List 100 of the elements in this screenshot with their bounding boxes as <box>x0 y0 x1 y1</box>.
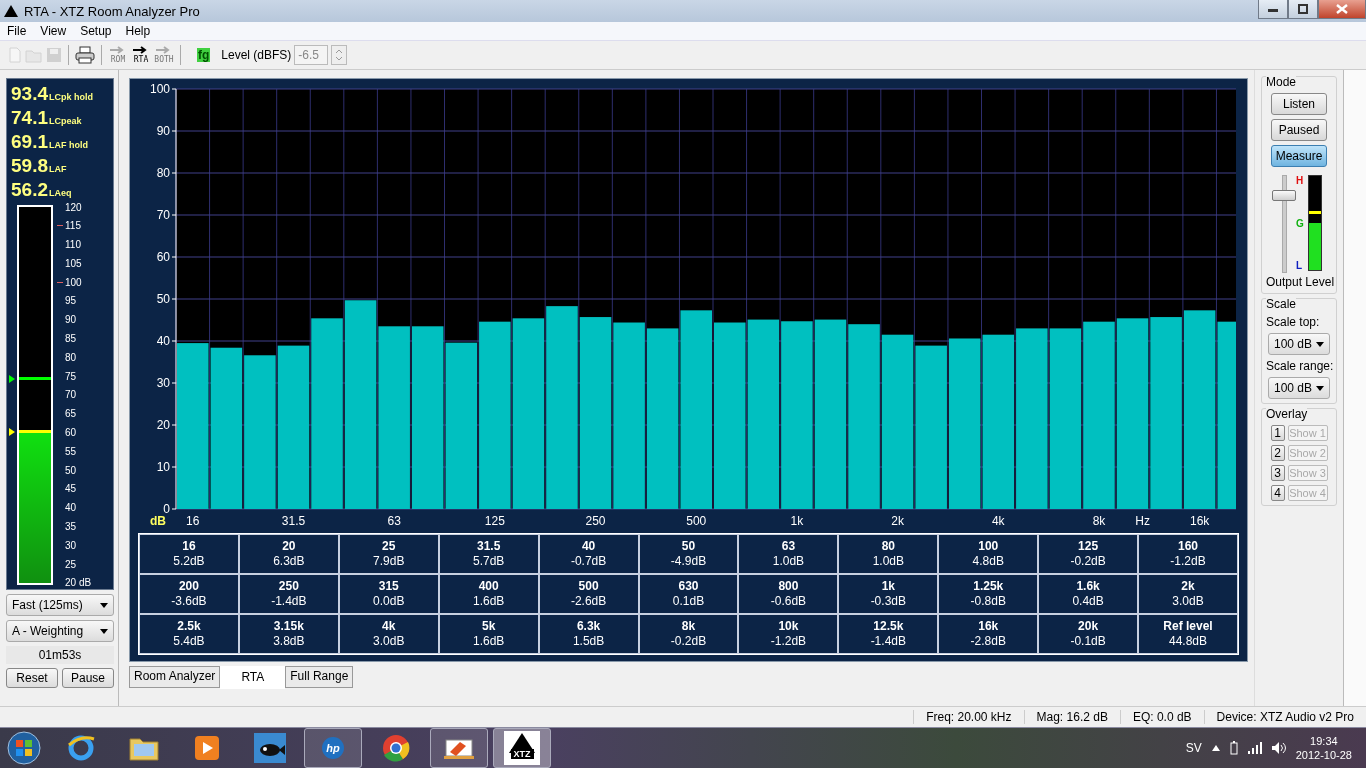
group-title: Mode <box>1266 75 1297 89</box>
slider-thumb[interactable] <box>1272 190 1297 202</box>
dropdown[interactable]: A - Weighting <box>6 620 114 642</box>
band-cell: 8k -0.2dB <box>638 614 739 654</box>
band-cell: 16k -2.8dB <box>938 614 1039 654</box>
toolbar-button[interactable]: RTA <box>131 44 151 66</box>
meter-scale-label: 20 dB <box>65 577 92 589</box>
marker-arrow-icon <box>9 428 15 437</box>
meter-scale-label: 65 <box>65 408 77 420</box>
x-tick-label: 125 <box>484 514 505 528</box>
mode-button[interactable]: Measure <box>1271 145 1327 167</box>
tab[interactable]: RTA <box>220 666 286 689</box>
band-cell: 10k -1.2dB <box>738 614 839 654</box>
chrome-icon <box>381 733 411 763</box>
status-field: Freq: 20.00 kHz <box>913 710 1024 724</box>
menu-item[interactable]: Setup <box>73 24 119 38</box>
dropdown-arrow-icon <box>100 602 108 608</box>
x-tick-label: 2k <box>891 514 904 528</box>
band-cell: 20 6.3dB <box>238 534 339 574</box>
reading-label: LAeq <box>49 188 72 198</box>
reading-label: LAF hold <box>49 140 88 150</box>
band-cell: 1.6k 0.4dB <box>1038 574 1139 614</box>
meter-scale-label: 50 <box>65 464 77 476</box>
taskbar-button[interactable] <box>430 728 488 768</box>
y-tick-label: 0 <box>163 502 170 516</box>
meter-scale-label: 115 <box>65 220 81 232</box>
group-title: Scale <box>1266 297 1297 311</box>
menu-item[interactable]: View <box>33 24 74 38</box>
band-cell: 1k -0.3dB <box>838 574 939 614</box>
clock-date[interactable]: 2012-10-28 <box>1295 748 1352 762</box>
tab[interactable]: Room Analyzer <box>129 666 221 688</box>
reading-value: 93.4 <box>11 83 48 105</box>
app-icon <box>4 5 18 17</box>
speaker-icon[interactable] <box>1271 742 1286 754</box>
band-cell: 2.5k 5.4dB <box>139 614 239 654</box>
printer-icon[interactable] <box>75 46 95 64</box>
window-title: RTA - XTZ Room Analyzer Pro <box>24 3 201 19</box>
close-button[interactable] <box>1318 0 1366 19</box>
meter-scale-label: 75 <box>65 370 77 382</box>
clock-time[interactable]: 19:34 <box>1295 734 1352 748</box>
band-cell: 400 1.6dB <box>438 574 539 614</box>
action-button[interactable]: Reset <box>6 668 58 688</box>
menu-item[interactable]: File <box>0 24 34 38</box>
action-button[interactable]: Pause <box>62 668 114 688</box>
band-cell: 12.5k -1.4dB <box>838 614 939 654</box>
band-cell: Ref level 44.8dB <box>1138 614 1238 654</box>
band-cell: 160 -1.2dB <box>1138 534 1238 574</box>
signal-icon[interactable] <box>1247 742 1262 754</box>
meter-scale-label: 120 <box>65 201 82 213</box>
band-cell: 250 -1.4dB <box>238 574 339 614</box>
y-tick-label: 10 <box>156 460 170 474</box>
y-tick-label: 70 <box>156 208 170 222</box>
fg-icon[interactable]: fg <box>197 48 211 62</box>
tray-expand-icon[interactable] <box>1211 745 1220 751</box>
restore-button[interactable] <box>1288 0 1318 19</box>
taskbar-button[interactable]: XTZ <box>493 728 551 768</box>
dropdown[interactable]: 100 dB <box>1268 333 1330 355</box>
hp-logo: hp <box>322 737 344 759</box>
tab[interactable]: Full Range <box>285 666 354 688</box>
menu-item[interactable]: Help <box>118 24 158 38</box>
band-cell: 50 -4.9dB <box>638 534 739 574</box>
reading-value: 69.1 <box>11 131 48 153</box>
band-cell: 6.3k 1.5dB <box>538 614 639 654</box>
status-field: EQ: 0.0 dB <box>1119 710 1204 724</box>
start-button[interactable] <box>4 728 44 768</box>
band-cell: 31.5 5.7dB <box>438 534 539 574</box>
dropdown[interactable]: 100 dB <box>1268 377 1330 399</box>
timer-display: 01m53s <box>6 646 114 664</box>
band-cell: 16 5.2dB <box>139 534 239 574</box>
meter-scale-label: 35 <box>65 521 77 533</box>
x-tick-label: 16k <box>1190 514 1210 528</box>
taskbar-button[interactable]: hp <box>304 728 362 768</box>
meter-scale-label: 80 <box>65 351 77 363</box>
band-cell: 1.25k -0.8dB <box>938 574 1039 614</box>
meter-scale-label: 85 <box>65 333 77 345</box>
battery-icon[interactable] <box>1229 741 1238 755</box>
minimize-button[interactable] <box>1258 0 1288 19</box>
field-label: Scale top: <box>1266 315 1320 329</box>
mode-button[interactable]: Listen <box>1271 93 1327 115</box>
x-tick-label: 1k <box>790 514 804 528</box>
meter-scale-label: 105 <box>65 257 82 269</box>
band-cell: 500 -2.6dB <box>538 574 639 614</box>
dropdown[interactable]: Fast (125ms) <box>6 594 114 616</box>
mode-button[interactable]: Paused <box>1271 119 1327 141</box>
reading-value: 59.8 <box>11 155 48 177</box>
y-axis-unit: dB <box>150 514 166 528</box>
x-tick-label: 8k <box>1092 514 1106 528</box>
meter-scale-label: 55 <box>65 445 77 457</box>
y-tick-label: 20 <box>156 418 170 432</box>
band-cell: 20k -0.1dB <box>1038 614 1139 654</box>
field-label: Scale range: <box>1266 359 1334 373</box>
band-cell: 630 0.1dB <box>638 574 739 614</box>
x-tick-label: 250 <box>585 514 606 528</box>
meter-scale-label: 95 <box>65 295 77 307</box>
marker-arrow-icon <box>9 374 15 383</box>
x-tick-label: 500 <box>686 514 707 528</box>
meter-scale-label: 30 <box>65 539 77 551</box>
language-indicator[interactable]: SV <box>1185 741 1202 755</box>
y-tick-label: 80 <box>156 166 170 180</box>
band-cell: 80 1.0dB <box>838 534 939 574</box>
